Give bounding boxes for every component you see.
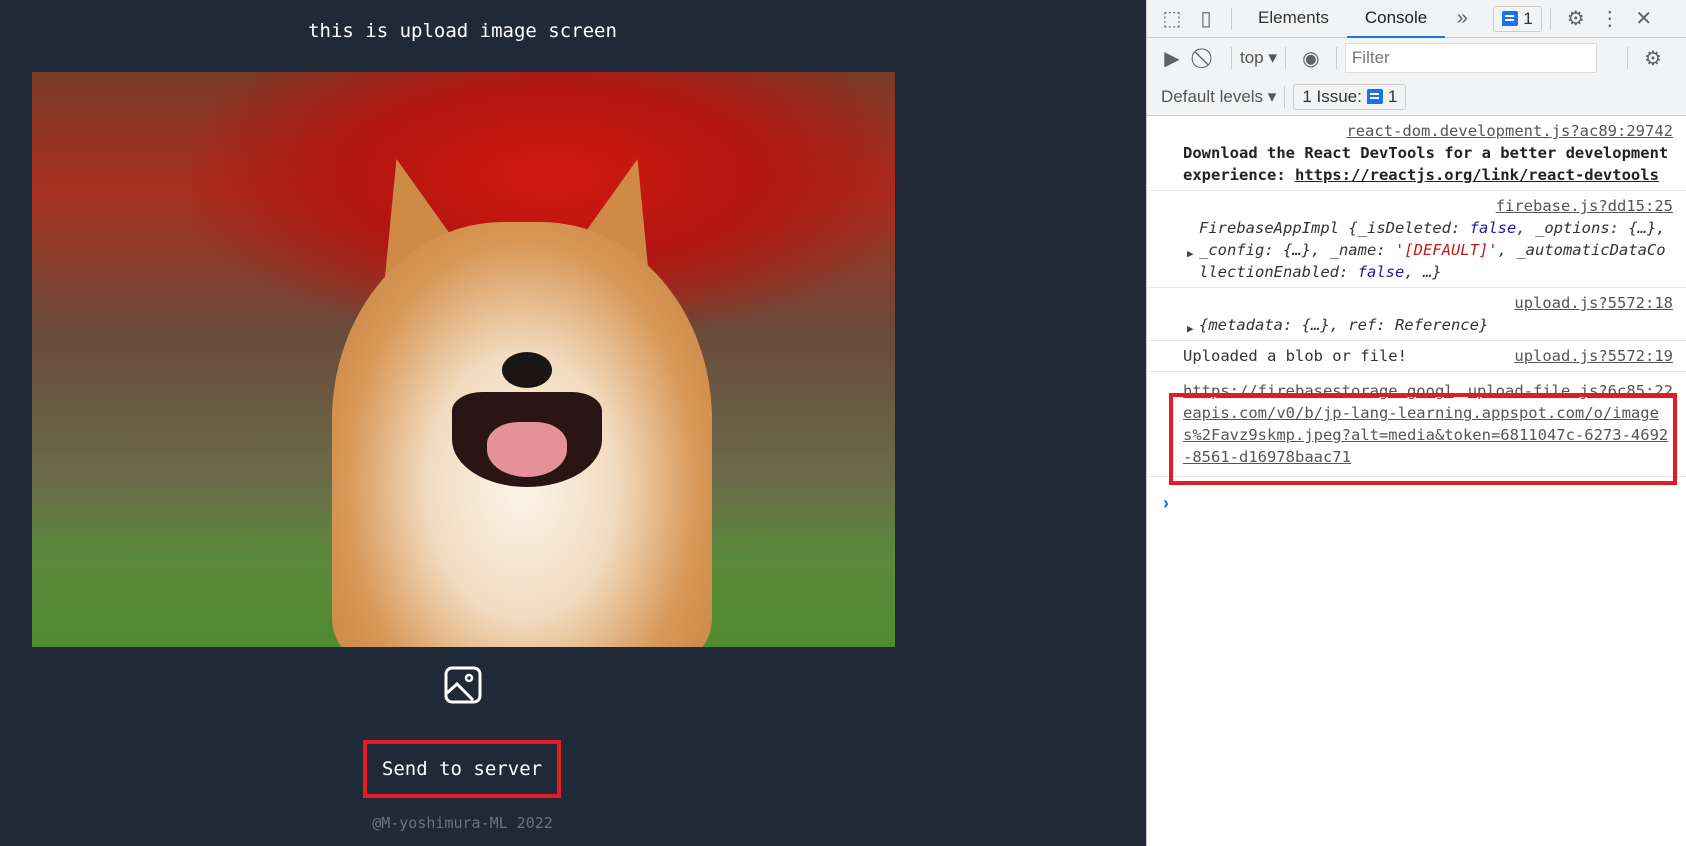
more-options-icon[interactable]: ⋮ bbox=[1593, 6, 1627, 31]
message-icon bbox=[1502, 11, 1519, 26]
console-levels-bar: Default levels ▾ 1 Issue: 1 bbox=[1147, 78, 1686, 116]
issues-button[interactable]: 1 Issue: 1 bbox=[1293, 83, 1407, 110]
issue-count: 1 bbox=[1387, 86, 1398, 106]
object-text: , …} bbox=[1404, 263, 1442, 281]
device-toolbar-icon[interactable]: ▯ bbox=[1189, 6, 1223, 31]
log-levels-dropdown[interactable]: Default levels ▾ bbox=[1161, 87, 1276, 107]
devtools-tabbar: ⬚ ▯ Elements Console » 1 ⚙ ⋮ ✕ bbox=[1147, 0, 1686, 38]
expand-triangle-icon[interactable]: ▶ bbox=[1187, 318, 1194, 340]
source-link[interactable]: upload.js?5572:18 bbox=[1514, 294, 1673, 312]
object-value: '[DEFAULT]' bbox=[1394, 241, 1498, 259]
context-value: top bbox=[1240, 48, 1264, 67]
message-text: Uploaded a blob or file! bbox=[1183, 347, 1407, 365]
devtools-link[interactable]: https://reactjs.org/link/react-devtools bbox=[1295, 166, 1659, 184]
live-expression-eye-icon[interactable]: ◉ bbox=[1294, 46, 1328, 71]
image-picker-icon[interactable] bbox=[443, 665, 483, 705]
more-tabs-icon[interactable]: » bbox=[1445, 7, 1479, 30]
source-link[interactable]: react-dom.development.js?ac89:29742 bbox=[1346, 122, 1673, 140]
sidebar-toggle-icon[interactable]: ▶ bbox=[1155, 46, 1189, 71]
source-link[interactable]: firebase.js?dd15:25 bbox=[1496, 197, 1673, 215]
uploaded-image-preview bbox=[32, 72, 895, 647]
tab-elements[interactable]: Elements bbox=[1240, 0, 1347, 38]
object-text: {metadata: {…}, ref: Reference} bbox=[1199, 316, 1489, 334]
footer-credit: @M-yoshimura-ML 2022 bbox=[372, 814, 553, 832]
console-message: react-dom.development.js?ac89:29742 Down… bbox=[1147, 116, 1686, 191]
clear-console-icon[interactable]: ⃠ bbox=[1189, 47, 1223, 70]
object-value: false bbox=[1357, 263, 1405, 281]
inspect-element-icon[interactable]: ⬚ bbox=[1155, 6, 1189, 31]
context-select[interactable]: top ▾ bbox=[1240, 48, 1277, 68]
issue-label: 1 Issue: bbox=[1302, 86, 1362, 106]
upload-page: this is upload image screen Send to serv… bbox=[0, 0, 1146, 846]
source-link[interactable]: upload-file.js?6c85:22 bbox=[1468, 380, 1673, 402]
log-levels-label: Default levels bbox=[1161, 86, 1264, 106]
issues-badge-button[interactable]: 1 bbox=[1493, 5, 1542, 32]
console-settings-icon[interactable]: ⚙ bbox=[1636, 46, 1670, 71]
issues-count: 1 bbox=[1523, 8, 1533, 28]
console-message: firebase.js?dd15:25 ▶ FirebaseAppImpl {_… bbox=[1147, 191, 1686, 288]
console-output: react-dom.development.js?ac89:29742 Down… bbox=[1147, 116, 1686, 477]
console-prompt-icon[interactable]: › bbox=[1163, 493, 1169, 514]
source-link[interactable]: upload.js?5572:19 bbox=[1514, 345, 1673, 367]
filter-input[interactable] bbox=[1344, 43, 1597, 73]
console-message: upload-file.js?6c85:22 https://firebases… bbox=[1147, 372, 1686, 477]
object-name: FirebaseAppImpl bbox=[1199, 219, 1339, 237]
close-icon[interactable]: ✕ bbox=[1627, 6, 1661, 31]
message-icon bbox=[1366, 89, 1383, 104]
devtools-panel: ⬚ ▯ Elements Console » 1 ⚙ ⋮ ✕ ▶ ⃠ top ▾… bbox=[1146, 0, 1686, 846]
console-toolbar: ▶ ⃠ top ▾ ◉ ⚙ bbox=[1147, 38, 1686, 78]
tab-console[interactable]: Console bbox=[1346, 0, 1446, 38]
page-title: this is upload image screen bbox=[308, 20, 617, 42]
settings-gear-icon[interactable]: ⚙ bbox=[1559, 6, 1593, 31]
expand-triangle-icon[interactable]: ▶ bbox=[1187, 243, 1194, 265]
object-value: false bbox=[1469, 219, 1517, 237]
send-to-server-button[interactable]: Send to server bbox=[363, 740, 561, 798]
object-text: {_isDeleted: bbox=[1348, 219, 1470, 237]
console-message: upload.js?5572:18 ▶ {metadata: {…}, ref:… bbox=[1147, 288, 1686, 341]
console-message: upload.js?5572:19 Uploaded a blob or fil… bbox=[1147, 341, 1686, 372]
